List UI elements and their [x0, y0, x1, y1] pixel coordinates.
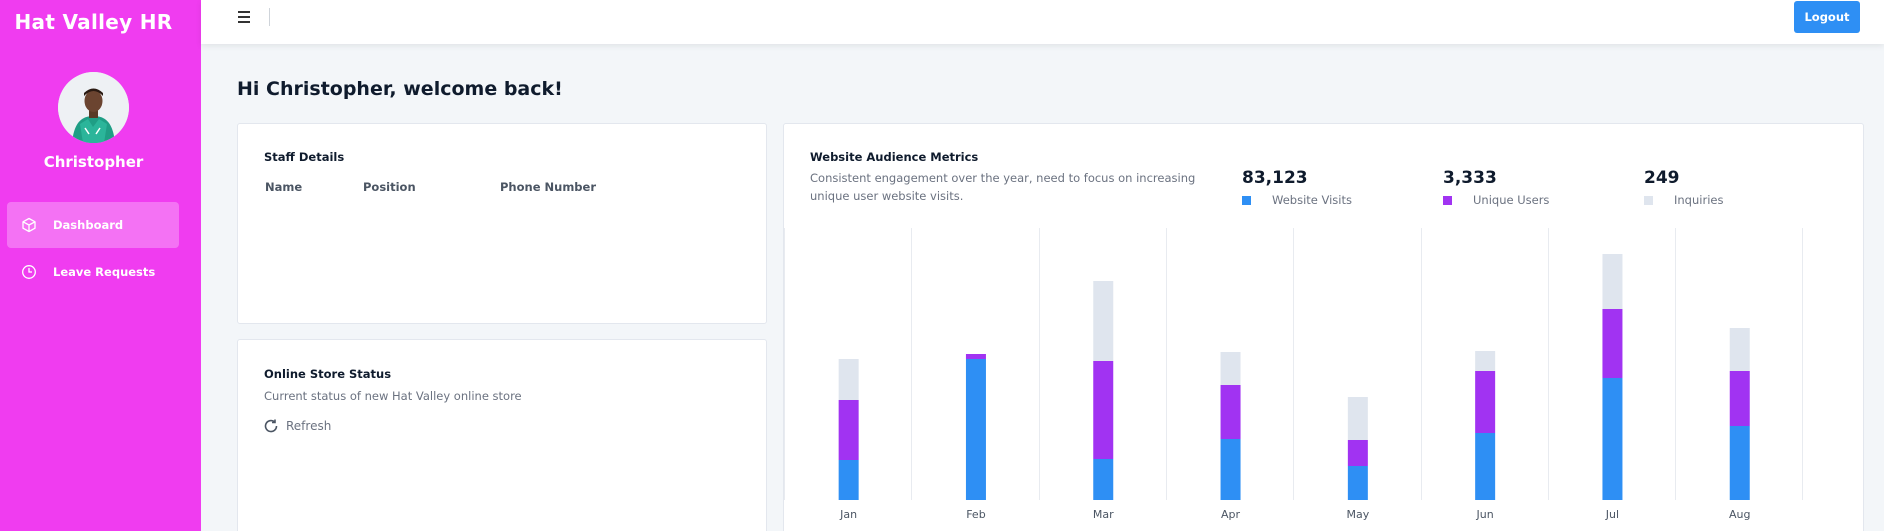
audience-bar-chart: Jan Feb Mar Apr May Jun Jul Aug: [784, 228, 1803, 521]
x-tick-label: Apr: [1221, 508, 1241, 521]
user-name: Christopher: [43, 153, 144, 171]
stat-label-text: Website Visits: [1272, 193, 1352, 207]
sidebar-item-leave-requests[interactable]: Leave Requests: [7, 249, 179, 295]
chart-bar: [1729, 328, 1750, 371]
chart-bar: [1220, 439, 1241, 500]
cube-icon: [21, 217, 37, 233]
legend-swatch: [1242, 195, 1251, 205]
column-header-phone: Phone Number: [500, 180, 597, 194]
sidebar: Hat Valley HR Christopher Dashboard Leav…: [0, 0, 201, 531]
toolbar-divider: [269, 8, 270, 26]
chart-bar: [1347, 397, 1368, 440]
sidebar-item-dashboard[interactable]: Dashboard: [7, 202, 179, 248]
chart-bar: [1475, 371, 1496, 433]
column-header-name: Name: [265, 180, 303, 194]
avatar[interactable]: [58, 72, 129, 143]
chart-bar: [1602, 254, 1623, 309]
audience-description-line1: Consistent engagement over the year, nee…: [810, 171, 1196, 185]
chart-bar: [838, 359, 859, 400]
stat-unique-users-label: Unique Users: [1443, 193, 1549, 207]
stat-inquiries-label: Inquiries: [1644, 193, 1723, 207]
chart-bar: [1602, 378, 1623, 500]
audience-description-line2: unique user website visits.: [810, 189, 964, 203]
page-title: Hi Christopher, welcome back!: [237, 78, 563, 100]
chart-bar: [965, 359, 986, 500]
online-store-title: Online Store Status: [264, 367, 392, 381]
x-tick-label: Mar: [1093, 508, 1114, 521]
top-bar: Logout: [201, 0, 1884, 44]
chart-bar: [965, 354, 986, 359]
chart-bar: [1729, 371, 1750, 426]
refresh-label: Refresh: [286, 419, 332, 433]
sidebar-item-label: Dashboard: [53, 218, 124, 232]
chart-bar: [838, 400, 859, 460]
chart-bar: [1093, 361, 1114, 459]
chart-bar: [1602, 309, 1623, 378]
x-tick-label: Jun: [1476, 508, 1494, 521]
legend-swatch: [1644, 195, 1653, 205]
staff-details-title: Staff Details: [264, 150, 345, 164]
chart-bar: [1093, 459, 1114, 500]
chart-bar: [838, 460, 859, 500]
x-tick-label: Aug: [1729, 508, 1750, 521]
chart-bar: [1729, 426, 1750, 500]
chart-bar: [1347, 466, 1368, 500]
x-tick-label: Feb: [966, 508, 985, 521]
audience-metrics-title: Website Audience Metrics: [810, 150, 979, 164]
stat-website-visits-label: Website Visits: [1242, 193, 1352, 207]
stat-inquiries-value: 249: [1644, 168, 1680, 188]
chart-bar: [1220, 352, 1241, 385]
refresh-button[interactable]: Refresh: [263, 418, 331, 434]
legend-swatch: [1443, 195, 1452, 205]
hamburger-icon[interactable]: [238, 11, 254, 25]
stat-label-text: Unique Users: [1473, 193, 1550, 207]
refresh-icon: [264, 419, 278, 433]
x-tick-label: Jan: [839, 508, 857, 521]
chart-bar: [1220, 385, 1241, 439]
chart-bar: [1475, 351, 1496, 371]
x-tick-label: May: [1346, 508, 1369, 521]
online-store-subtitle: Current status of new Hat Valley online …: [264, 389, 522, 403]
clock-icon: [21, 264, 37, 280]
chart-bar: [1475, 433, 1496, 500]
stat-website-visits-value: 83,123: [1242, 168, 1308, 188]
x-tick-label: Jul: [1605, 508, 1619, 521]
app-title: Hat Valley HR: [14, 10, 173, 34]
column-header-position: Position: [363, 180, 416, 194]
chart-bar: [1093, 281, 1114, 361]
stat-label-text: Inquiries: [1674, 193, 1724, 207]
stat-unique-users-value: 3,333: [1443, 168, 1497, 188]
sidebar-item-label: Leave Requests: [53, 265, 156, 279]
logout-button[interactable]: Logout: [1794, 1, 1860, 33]
chart-bar: [1347, 440, 1368, 466]
